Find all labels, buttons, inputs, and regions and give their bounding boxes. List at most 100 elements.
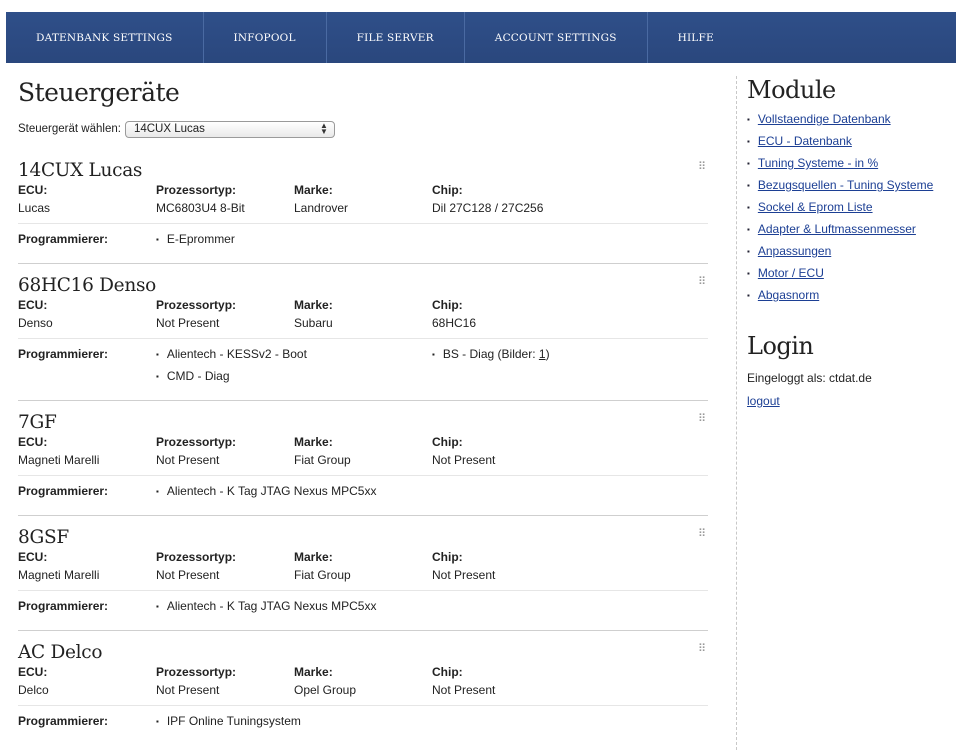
module-link-bezugsquellen[interactable]: Bezugsquellen - Tuning Systeme — [758, 178, 933, 192]
nav-file-server[interactable]: FILE SERVER — [327, 12, 465, 63]
drag-handle-icon[interactable]: ⠿ — [698, 527, 706, 540]
nav-account-settings[interactable]: ACCOUNT SETTINGS — [465, 12, 648, 63]
chip-value: Not Present — [432, 683, 496, 697]
ecu-entry: 14CUX Lucas ⠿ ECU: Prozessortyp: Marke: … — [18, 160, 708, 264]
ecu-value: Magneti Marelli — [18, 453, 100, 467]
module-item: Bezugsquellen - Tuning Systeme — [747, 177, 960, 199]
logout-link[interactable]: logout — [747, 393, 780, 409]
ecu-value: Delco — [18, 683, 49, 697]
chip-header: Chip: — [432, 298, 463, 312]
modules-title: Module — [747, 76, 836, 104]
module-item: Anpassungen — [747, 243, 960, 265]
module-link-ecu-datenbank[interactable]: ECU - Datenbank — [758, 134, 852, 148]
programmer-item-text: BS - Diag (Bilder: — [442, 347, 539, 361]
chip-value: Not Present — [432, 568, 496, 582]
ecu-details: ECU: Prozessortyp: Marke: Chip: Lucas MC… — [18, 182, 708, 217]
ecu-title: 8GSF — [18, 527, 69, 548]
ecu-title: 68HC16 Denso — [18, 275, 156, 296]
brand-value: Subaru — [294, 316, 333, 330]
programmer-row: Programmierer: Alientech - KESSv2 - Boot… — [18, 338, 708, 390]
chip-header: Chip: — [432, 550, 463, 564]
ecu-select-label: Steuergerät wählen: — [18, 123, 121, 135]
ecu-value: Magneti Marelli — [18, 568, 100, 582]
programmer-list: Alientech - KESSv2 - Boot CMD - Diag — [156, 346, 432, 390]
brand-value: Opel Group — [294, 683, 357, 697]
select-arrows-icon: ▲ ▼ — [320, 121, 328, 136]
main-content: Steuergeräte Steuergerät wählen: 14CUX L… — [18, 78, 708, 750]
module-link-vollstaendige-datenbank[interactable]: Vollstaendige Datenbank — [758, 112, 891, 126]
brand-header: Marke: — [294, 435, 333, 449]
programmer-row: Programmierer: Alientech - K Tag JTAG Ne… — [18, 475, 708, 505]
programmer-list-secondary: BS - Diag (Bilder: 1) — [432, 346, 708, 390]
drag-handle-icon[interactable]: ⠿ — [698, 160, 706, 173]
drag-handle-icon[interactable]: ⠿ — [698, 642, 706, 655]
programmer-list: E-Eprommer — [156, 231, 432, 253]
module-link-tuning-systeme[interactable]: Tuning Systeme - in % — [758, 156, 878, 170]
login-title: Login — [747, 332, 814, 360]
ecu-details: ECU: Prozessortyp: Marke: Chip: Magneti … — [18, 549, 708, 584]
nav-infopool[interactable]: INFOPOOL — [204, 12, 327, 63]
top-navigation: DATENBANK SETTINGS INFOPOOL FILE SERVER … — [6, 12, 956, 63]
module-item: Adapter & Luftmassenmesser — [747, 221, 960, 243]
programmer-row: Programmierer: E-Eprommer — [18, 223, 708, 253]
ecu-select[interactable]: 14CUX Lucas ▲ ▼ — [124, 120, 335, 138]
ecu-details: ECU: Prozessortyp: Marke: Chip: Denso No… — [18, 297, 708, 332]
module-link-abgasnorm[interactable]: Abgasnorm — [758, 288, 819, 302]
module-item: Motor / ECU — [747, 265, 960, 287]
chip-header: Chip: — [432, 183, 463, 197]
nav-hilfe[interactable]: HILFE — [648, 12, 744, 63]
chip-value: 68HC16 — [432, 316, 477, 330]
programmer-item: BS - Diag (Bilder: 1) — [432, 346, 708, 368]
ecu-select-row: Steuergerät wählen: 14CUX Lucas ▲ ▼ — [18, 120, 708, 138]
ecu-select-value: 14CUX Lucas — [133, 123, 205, 135]
drag-handle-icon[interactable]: ⠿ — [698, 412, 706, 425]
module-item: Abgasnorm — [747, 287, 960, 309]
ecu-value: Lucas — [18, 201, 51, 215]
ecu-list: 14CUX Lucas ⠿ ECU: Prozessortyp: Marke: … — [18, 160, 708, 745]
programmer-list: Alientech - K Tag JTAG Nexus MPC5xx — [156, 598, 432, 620]
module-link-motor-ecu[interactable]: Motor / ECU — [758, 266, 824, 280]
programmer-list: Alientech - K Tag JTAG Nexus MPC5xx — [156, 483, 432, 505]
page-title: Steuergeräte — [18, 78, 180, 107]
proc-header: Prozessortyp: — [156, 550, 237, 564]
module-item: Vollstaendige Datenbank — [747, 111, 960, 133]
image-link[interactable]: 1 — [539, 347, 546, 361]
proc-header: Prozessortyp: — [156, 435, 237, 449]
programmer-item: Alientech - KESSv2 - Boot — [156, 346, 432, 368]
chip-header: Chip: — [432, 665, 463, 679]
module-link-sockel-eprom[interactable]: Sockel & Eprom Liste — [758, 200, 873, 214]
programmer-list: IPF Online Tuningsystem — [156, 713, 432, 735]
module-item: ECU - Datenbank — [747, 133, 960, 155]
ecu-header: ECU: — [18, 298, 48, 312]
ecu-title: 7GF — [18, 412, 57, 433]
proc-value: Not Present — [156, 568, 220, 582]
brand-value: Fiat Group — [294, 568, 351, 582]
ecu-details: ECU: Prozessortyp: Marke: Chip: Delco No… — [18, 664, 708, 699]
sidebar: Module Vollstaendige Datenbank ECU - Dat… — [736, 76, 960, 750]
proc-value: Not Present — [156, 453, 220, 467]
programmer-label: Programmierer: — [18, 599, 109, 613]
programmer-item: Alientech - K Tag JTAG Nexus MPC5xx — [156, 483, 432, 505]
brand-value: Landrover — [294, 201, 349, 215]
programmer-label: Programmierer: — [18, 347, 109, 361]
programmer-row: Programmierer: Alientech - K Tag JTAG Ne… — [18, 590, 708, 620]
ecu-entry: AC Delco ⠿ ECU: Prozessortyp: Marke: Chi… — [18, 642, 708, 745]
proc-value: MC6803U4 8-Bit — [156, 201, 245, 215]
proc-value: Not Present — [156, 683, 220, 697]
ecu-header: ECU: — [18, 665, 48, 679]
module-link-anpassungen[interactable]: Anpassungen — [758, 244, 831, 258]
ecu-details: ECU: Prozessortyp: Marke: Chip: Magneti … — [18, 434, 708, 469]
programmer-row: Programmierer: IPF Online Tuningsystem — [18, 705, 708, 735]
ecu-title: 14CUX Lucas — [18, 160, 143, 181]
ecu-value: Denso — [18, 316, 53, 330]
programmer-item: Alientech - K Tag JTAG Nexus MPC5xx — [156, 598, 432, 620]
proc-header: Prozessortyp: — [156, 183, 237, 197]
programmer-label: Programmierer: — [18, 232, 109, 246]
drag-handle-icon[interactable]: ⠿ — [698, 275, 706, 288]
module-item: Tuning Systeme - in % — [747, 155, 960, 177]
proc-value: Not Present — [156, 316, 220, 330]
module-link-adapter[interactable]: Adapter & Luftmassenmesser — [758, 222, 916, 236]
ecu-header: ECU: — [18, 435, 48, 449]
nav-datenbank-settings[interactable]: DATENBANK SETTINGS — [6, 12, 204, 63]
ecu-entry: 8GSF ⠿ ECU: Prozessortyp: Marke: Chip: M… — [18, 527, 708, 631]
